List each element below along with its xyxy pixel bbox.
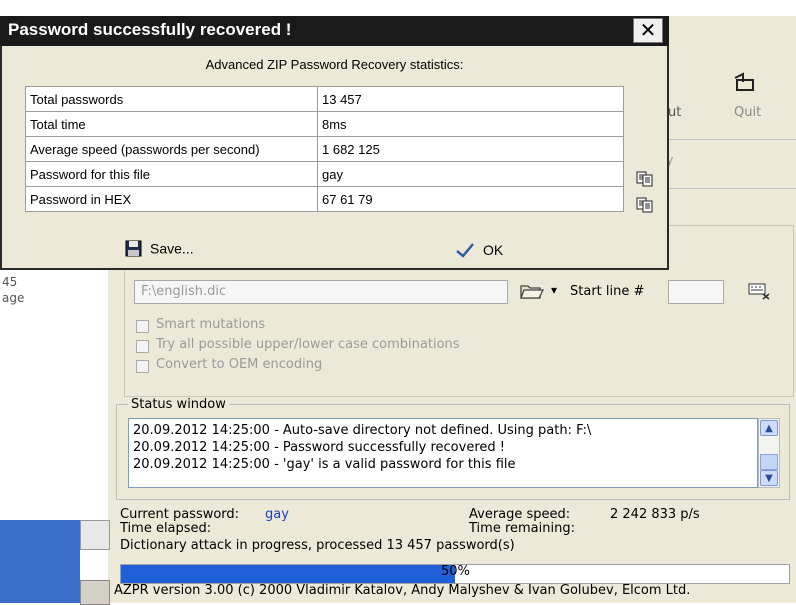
- progress-percent: 50%: [441, 564, 470, 579]
- floppy-disk-icon: [125, 240, 142, 260]
- stat-label: Average speed (passwords per second): [25, 136, 318, 162]
- start-line-input[interactable]: [668, 280, 724, 304]
- checkmark-icon: [455, 242, 475, 261]
- ok-button-label: OK: [483, 242, 504, 259]
- dialog-title: Password successfully recovered !: [8, 20, 292, 39]
- table-row: Password in HEX 67 61 79: [25, 186, 624, 212]
- stat-value[interactable]: 8ms: [317, 111, 624, 137]
- keyboard-icon[interactable]: [748, 280, 770, 304]
- status-line: 20.09.2012 14:25:00 - Auto-save director…: [133, 423, 592, 438]
- footer-copyright: AZPR version 3.00 (c) 2000 Vladimir Kata…: [114, 583, 691, 598]
- left-strip-text-2: age: [2, 291, 25, 305]
- smart-mutations-checkbox[interactable]: [136, 320, 149, 333]
- start-line-label: Start line #: [570, 284, 645, 299]
- close-icon: ✕: [639, 18, 657, 42]
- status-log[interactable]: 20.09.2012 14:25:00 - Auto-save director…: [128, 418, 758, 488]
- ok-button[interactable]: OK: [455, 242, 503, 261]
- time-elapsed-label: Time elapsed:: [120, 521, 212, 536]
- average-speed-value: 2 242 833 p/s: [610, 507, 700, 522]
- oem-encoding-label: Convert to OEM encoding: [156, 357, 323, 372]
- stat-label: Total time: [25, 111, 318, 137]
- quit-icon[interactable]: [733, 72, 759, 100]
- smart-mutations-label: Smart mutations: [156, 317, 266, 332]
- dictionary-path-field[interactable]: F:\english.dic: [134, 280, 508, 304]
- stat-label: Password in HEX: [25, 186, 318, 212]
- current-password-value: gay: [265, 507, 289, 522]
- oem-encoding-checkbox[interactable]: [136, 360, 149, 373]
- open-folder-icon[interactable]: [520, 282, 545, 304]
- stat-label: Password for this file: [25, 161, 318, 187]
- table-row: Total passwords 13 457: [25, 86, 624, 112]
- save-button[interactable]: Save...: [125, 240, 194, 260]
- stat-value[interactable]: gay: [317, 161, 624, 187]
- stat-value[interactable]: 13 457: [317, 86, 624, 112]
- stat-value[interactable]: 67 61 79: [317, 186, 624, 212]
- file-thumbnail-2: [80, 580, 110, 605]
- average-speed-label: Average speed:: [469, 507, 571, 522]
- caption-strip: [0, 0, 796, 16]
- progress-status-text: Dictionary attack in progress, processed…: [120, 538, 515, 553]
- status-line: 20.09.2012 14:25:00 - 'gay' is a valid p…: [133, 457, 516, 472]
- time-remaining-label: Time remaining:: [469, 521, 575, 536]
- progress-bar-fill: [121, 565, 455, 583]
- case-combinations-checkbox[interactable]: [136, 340, 149, 353]
- stat-value[interactable]: 1 682 125: [317, 136, 624, 162]
- stat-label: Total passwords: [25, 86, 318, 112]
- case-combinations-label: Try all possible upper/lower case combin…: [156, 337, 460, 352]
- status-window-legend: Status window: [128, 397, 229, 412]
- status-line: 20.09.2012 14:25:00 - Password successfu…: [133, 440, 505, 455]
- close-button[interactable]: ✕: [633, 18, 663, 43]
- save-button-label: Save...: [150, 240, 194, 257]
- copy-hex-icon[interactable]: [636, 197, 654, 217]
- table-row: Password for this file gay: [25, 161, 624, 187]
- table-row: Total time 8ms: [25, 111, 624, 137]
- background-panel: [0, 520, 80, 603]
- statistics-heading: Advanced ZIP Password Recovery statistic…: [205, 57, 464, 72]
- about-button-label[interactable]: ut: [668, 105, 681, 120]
- current-password-label: Current password:: [120, 507, 240, 522]
- file-thumbnail: [80, 520, 110, 550]
- statistics-table: Total passwords 13 457 Total time 8ms Av…: [25, 86, 624, 212]
- copy-password-icon[interactable]: [636, 171, 654, 191]
- left-strip-text-1: 45: [2, 275, 18, 289]
- quit-button-label[interactable]: Quit: [734, 105, 761, 120]
- scroll-up-icon[interactable]: ▲: [760, 420, 778, 436]
- scroll-down-icon[interactable]: ▼: [760, 470, 778, 486]
- scroll-thumb[interactable]: [760, 454, 778, 470]
- dropdown-arrow-icon[interactable]: ▾: [551, 283, 557, 297]
- table-row: Average speed (passwords per second) 1 6…: [25, 136, 624, 162]
